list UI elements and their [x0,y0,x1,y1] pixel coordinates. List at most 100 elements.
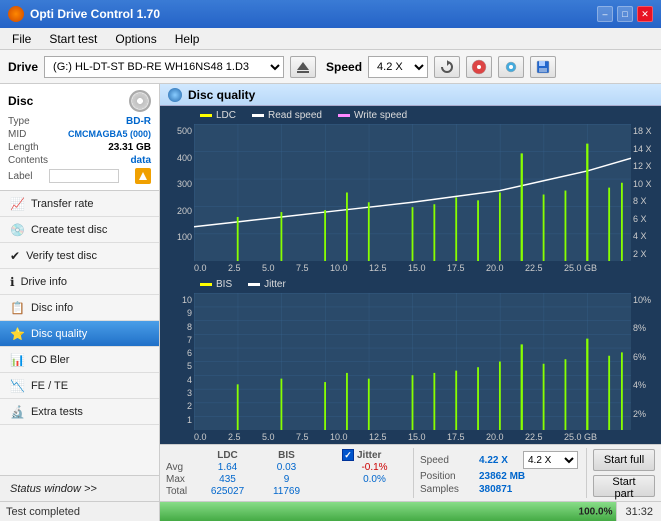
nav-verify-test-disc-label: Verify test disc [26,250,97,262]
nav-disc-quality-label: Disc quality [31,328,87,340]
ldc-bis-jitter-stats: LDC BIS ✓ Jitter Avg 1.64 0.03 -0.1% Max… [166,449,407,497]
minimize-button[interactable]: – [597,6,613,22]
ldc-header: LDC [200,450,255,461]
menu-start-test[interactable]: Start test [41,30,105,48]
status-bar: Test completed 100.0% 31:32 [0,501,661,521]
top-legend: LDC Read speed Write speed [160,106,661,124]
nav-buttons: 📈 Transfer rate 💿 Create test disc ✔ Ver… [0,191,159,475]
close-button[interactable]: ✕ [637,6,653,22]
progress-text: 100.0% [579,506,613,517]
nav-drive-info[interactable]: ℹ Drive info [0,269,159,295]
length-value: 23.31 GB [108,142,151,153]
nav-disc-quality[interactable]: ⭐ Disc quality [0,321,159,347]
samples-row: Samples 380871 [420,484,580,495]
main-area: Disc Type BD-R MID CMCMAGBA5 (000) Lengt… [0,84,661,501]
top-chart: 500 400 300 200 100 [160,124,661,261]
start-part-button[interactable]: Start part [593,475,655,497]
menu-bar: File Start test Options Help [0,28,661,50]
transfer-rate-icon: 📈 [10,197,25,211]
progress-bar-fill [160,502,616,521]
nav-extra-tests[interactable]: 🔬 Extra tests [0,399,159,425]
y-axis-left-top: 500 400 300 200 100 [160,124,194,261]
y-axis-right-top: 18 X 14 X 12 X 10 X 8 X 6 X 4 X 2 X [631,124,661,261]
legend-write-speed-color [338,114,350,117]
window-title: Opti Drive Control 1.70 [30,7,160,21]
progress-bar-container: 100.0% [160,502,616,521]
x-axis-bottom: 0.0 2.5 5.0 7.5 10.0 12.5 15.0 17.5 20.0… [160,430,661,444]
stats-row: LDC BIS ✓ Jitter Avg 1.64 0.03 -0.1% Max… [160,444,661,501]
legend-bis: BIS [200,279,232,290]
nav-cd-bler[interactable]: 📊 CD Bler [0,347,159,373]
jitter-checkbox-row: ✓ Jitter [342,449,407,461]
status-window-button[interactable]: Status window >> [0,475,159,501]
menu-options[interactable]: Options [107,30,164,48]
legend-write-speed: Write speed [338,110,407,121]
menu-help[interactable]: Help [167,30,208,48]
length-label: Length [8,142,39,153]
position-row: Position 23862 MB [420,471,580,482]
settings-button[interactable] [498,56,524,78]
nav-create-test-disc[interactable]: 💿 Create test disc [0,217,159,243]
start-full-button[interactable]: Start full [593,449,655,471]
jitter-checkbox[interactable]: ✓ [342,449,354,461]
bottom-chart-svg [194,293,631,430]
nav-disc-info[interactable]: 📋 Disc info [0,295,159,321]
jitter-label: Jitter [357,450,381,461]
drive-label: Drive [8,60,38,74]
y-axis-left-bottom: 10 9 8 7 6 5 4 3 2 1 [160,293,194,430]
status-text: Test completed [0,502,160,521]
save-button[interactable] [530,56,556,78]
disc-image [129,90,151,112]
position-label: Position [420,471,475,482]
x-axis-top: 0.0 2.5 5.0 7.5 10.0 12.5 15.0 17.5 20.0… [160,261,661,275]
disc-icon-button[interactable] [466,56,492,78]
speed-select-stat[interactable]: 4.2 X [523,451,578,469]
legend-write-speed-label: Write speed [354,110,407,121]
position-value: 23862 MB [479,471,525,482]
stats-divider2 [586,448,587,498]
nav-drive-info-label: Drive info [21,276,67,288]
type-value: BD-R [126,116,151,127]
menu-file[interactable]: File [4,30,39,48]
legend-read-speed: Read speed [252,110,322,121]
create-test-disc-icon: 💿 [10,223,25,237]
legend-bis-label: BIS [216,279,232,290]
legend-bis-color [200,283,212,286]
nav-transfer-rate[interactable]: 📈 Transfer rate [0,191,159,217]
fe-te-icon: 📉 [10,379,25,393]
nav-cd-bler-label: CD Bler [31,354,70,366]
contents-label: Contents [8,155,48,166]
nav-create-test-disc-label: Create test disc [31,224,107,236]
chart-header: Disc quality [160,84,661,106]
maximize-button[interactable]: □ [617,6,633,22]
disc-section-label: Disc [8,94,33,108]
top-chart-svg [194,124,631,261]
mid-label: MID [8,129,26,140]
disc-info-panel: Disc Type BD-R MID CMCMAGBA5 (000) Lengt… [0,84,159,191]
total-ldc: 625027 [200,486,255,497]
nav-disc-info-label: Disc info [31,302,73,314]
cd-bler-icon: 📊 [10,353,25,367]
max-bis: 9 [259,474,314,485]
mid-value: CMCMAGBA5 (000) [68,129,151,140]
avg-bis: 0.03 [259,462,314,473]
verify-test-disc-icon: ✔ [10,249,20,263]
drive-select[interactable]: (G:) HL-DT-ST BD-RE WH16NS48 1.D3 [44,56,284,78]
legend-jitter: Jitter [248,279,286,290]
refresh-button[interactable] [434,56,460,78]
samples-value: 380871 [479,484,512,495]
nav-fe-te[interactable]: 📉 FE / TE [0,373,159,399]
nav-verify-test-disc[interactable]: ✔ Verify test disc [0,243,159,269]
y-axis-right-bottom: 10% 8% 6% 4% 2% [631,293,661,430]
disc-info-icon: 📋 [10,301,25,315]
disc-quality-icon: ⭐ [10,327,25,341]
nav-transfer-rate-label: Transfer rate [31,198,94,210]
speed-select[interactable]: 4.2 X [368,56,428,78]
legend-ldc-color [200,114,212,117]
max-ldc: 435 [200,474,255,485]
avg-ldc: 1.64 [200,462,255,473]
max-jitter: 0.0% [342,474,407,485]
type-label: Type [8,116,30,127]
eject-button[interactable] [290,56,316,78]
sidebar: Disc Type BD-R MID CMCMAGBA5 (000) Lengt… [0,84,160,501]
